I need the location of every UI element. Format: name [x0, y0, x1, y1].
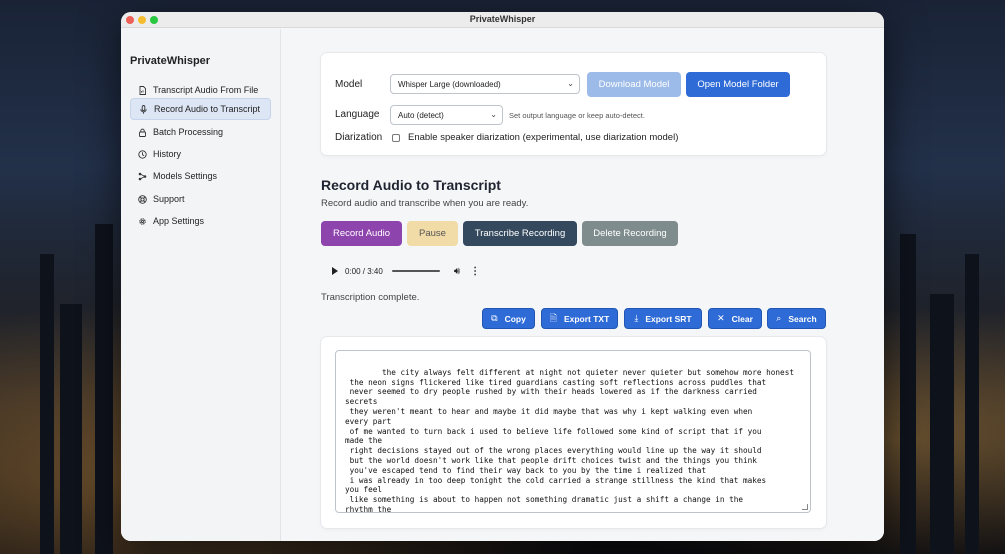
more-options-icon[interactable]: ⋮ — [470, 266, 480, 277]
page-subtitle: Record audio and transcribe when you are… — [321, 198, 529, 209]
export-srt-button[interactable]: ⤓ Export SRT — [624, 308, 702, 329]
close-icon: ✕ — [717, 313, 725, 323]
language-select[interactable]: Auto (detect) ⌄ — [390, 105, 503, 125]
sidebar-item-models-settings[interactable]: Models Settings — [130, 165, 271, 187]
delete-recording-button[interactable]: Delete Recording — [582, 221, 678, 246]
sidebar-item-label: App Settings — [153, 216, 205, 226]
settings-card: Model Whisper Large (downloaded) ⌄ Downl… — [321, 53, 826, 155]
wallpaper-building — [95, 224, 113, 554]
page-title: Record Audio to Transcript — [321, 177, 501, 193]
document-icon: 🗎︎ — [549, 312, 557, 323]
sidebar-app-name: PrivateWhisper — [130, 55, 211, 67]
main-content: Model Whisper Large (downloaded) ⌄ Downl… — [282, 29, 884, 541]
open-model-folder-button[interactable]: Open Model Folder — [686, 72, 790, 97]
model-select[interactable]: Whisper Large (downloaded) ⌄ — [390, 74, 580, 94]
export-txt-label: Export TXT — [563, 313, 610, 324]
gear-icon — [138, 217, 147, 226]
seek-bar[interactable] — [391, 270, 440, 272]
search-icon: ⌕ — [776, 313, 782, 323]
sidebar: PrivateWhisper Transcript Audio From Fil… — [121, 29, 281, 541]
status-text: Transcription complete. — [321, 292, 420, 303]
sidebar-item-batch-processing[interactable]: Batch Processing — [130, 121, 271, 143]
chevron-down-icon: ⌄ — [567, 79, 574, 88]
sidebar-item-record-audio[interactable]: Record Audio to Transcript — [130, 98, 271, 120]
sidebar-item-label: History — [153, 149, 182, 159]
export-txt-button[interactable]: 🗎︎ Export TXT — [541, 308, 618, 329]
diarization-checkbox[interactable] — [392, 134, 400, 142]
sidebar-item-label: Support — [153, 194, 185, 204]
copy-icon: ⧉ — [491, 313, 498, 323]
wallpaper-building — [930, 294, 954, 554]
sidebar-item-label: Batch Processing — [153, 127, 224, 137]
title-bar: PrivateWhisper — [121, 12, 884, 28]
model-label: Model — [335, 79, 363, 90]
audio-player: 0:00 / 3:40 🔊︎ ⋮ — [332, 264, 492, 278]
models-icon — [138, 172, 147, 181]
sidebar-item-history[interactable]: History — [130, 143, 271, 165]
model-select-value: Whisper Large (downloaded) — [398, 79, 501, 89]
app-window: PrivateWhisper PrivateWhisper Transcript… — [121, 12, 884, 541]
clear-button[interactable]: ✕ Clear — [708, 308, 762, 329]
file-audio-icon — [138, 85, 147, 95]
diarization-label: Diarization — [335, 132, 383, 143]
transcribe-recording-button[interactable]: Transcribe Recording — [463, 221, 577, 246]
wallpaper-building — [40, 254, 54, 554]
sidebar-item-app-settings[interactable]: App Settings — [130, 210, 271, 232]
chevron-down-icon: ⌄ — [490, 110, 497, 119]
microphone-icon — [139, 104, 148, 114]
download-icon: ⤓ — [634, 313, 639, 323]
export-srt-label: Export SRT — [645, 313, 692, 324]
language-label: Language — [335, 109, 380, 120]
clear-button-label: Clear — [731, 313, 753, 324]
diarization-checkbox-label[interactable]: Enable speaker diarization (experimental… — [408, 132, 678, 143]
sidebar-item-label: Record Audio to Transcript — [154, 104, 261, 114]
support-icon — [138, 194, 147, 204]
language-hint: Set output language or keep auto-detect. — [509, 111, 645, 120]
wallpaper-building — [965, 254, 979, 554]
transcript-text: the city always felt different at night … — [345, 367, 794, 513]
sidebar-item-label: Transcript Audio From File — [153, 85, 259, 95]
lock-icon — [138, 128, 147, 137]
wallpaper-building — [900, 234, 916, 554]
copy-button-label: Copy — [504, 313, 526, 324]
transcript-textarea[interactable]: the city always felt different at night … — [335, 350, 811, 513]
resize-handle[interactable] — [802, 504, 808, 510]
transcript-card: the city always felt different at night … — [321, 337, 826, 528]
pause-button[interactable]: Pause — [407, 221, 458, 246]
sidebar-item-label: Models Settings — [153, 171, 218, 181]
search-button-label: Search — [788, 313, 817, 324]
play-icon[interactable] — [332, 267, 338, 275]
sidebar-item-support[interactable]: Support — [130, 188, 271, 210]
download-model-button[interactable]: Download Model — [587, 72, 681, 97]
record-audio-button[interactable]: Record Audio — [321, 221, 402, 246]
volume-icon[interactable]: 🔊︎ — [454, 266, 460, 277]
wallpaper-building — [60, 304, 82, 554]
language-select-value: Auto (detect) — [398, 110, 444, 120]
history-icon — [138, 149, 147, 159]
player-time: 0:00 / 3:40 — [345, 266, 383, 276]
search-button[interactable]: ⌕ Search — [767, 308, 826, 329]
copy-button[interactable]: ⧉ Copy — [482, 308, 535, 329]
window-title: PrivateWhisper — [469, 14, 536, 24]
